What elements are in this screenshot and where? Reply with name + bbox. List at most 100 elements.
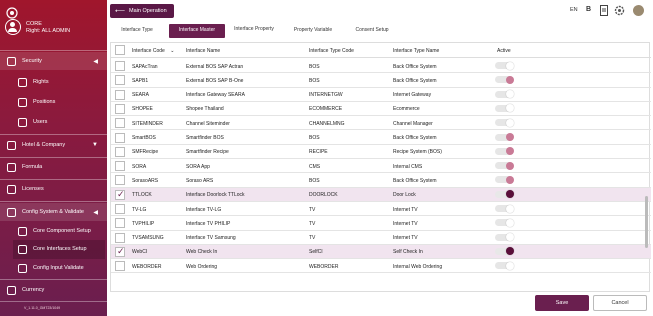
table-row[interactable]: SITEMINDER Channel Siteminder CHANNELMNG… [111, 116, 651, 131]
cell-name: External BOS SAP Actran [186, 63, 244, 70]
row-checkbox[interactable] [115, 232, 125, 243]
sidebar-item-core-component[interactable]: Core Component Setup [0, 222, 107, 240]
active-toggle[interactable] [495, 133, 514, 141]
cell-type-code: RECIPE [309, 149, 328, 156]
gear-icon[interactable] [614, 5, 625, 18]
cell-type-code: SelfCI [309, 249, 323, 256]
cell-code: SAPAcTran [132, 63, 158, 70]
table-row[interactable]: WEBORDER Web Ordering WEBORDER Internal … [111, 259, 651, 274]
cell-type-name: Internet TV [393, 235, 418, 242]
avatar[interactable] [633, 5, 644, 16]
save-button[interactable]: Save [535, 295, 589, 311]
row-checkbox[interactable] [115, 146, 125, 157]
active-toggle[interactable] [495, 118, 514, 127]
menu-logo-icon[interactable] [6, 6, 18, 19]
row-checkbox[interactable] [115, 89, 125, 100]
sidebar-item-positions[interactable]: Positions [0, 93, 107, 111]
table-row[interactable]: SEARA Interface Gateway SEARA INTERNETGW… [111, 88, 651, 102]
cancel-button[interactable]: Cancel [593, 295, 647, 311]
active-toggle[interactable] [495, 175, 514, 184]
interface-table: Interface Code ⌄ Interface Name Interfac… [110, 42, 651, 292]
active-toggle[interactable] [495, 161, 514, 170]
table-row[interactable]: SorasoARS Soraso ARS BOS Back Office Sys… [111, 173, 651, 188]
table-row[interactable]: SAPB1 External BOS SAP B-One BOS Back Of… [111, 73, 651, 88]
cell-type-code: INTERNETGW [309, 92, 343, 99]
formula-icon [7, 162, 16, 172]
tab-interface-type[interactable]: Interface Type [113, 24, 161, 38]
sidebar-item-formula[interactable]: Formula [0, 158, 107, 176]
cell-type-code: DOORLOCK [309, 192, 338, 199]
row-checkbox[interactable] [115, 103, 125, 114]
cell-name: Interface TV PHILIP [186, 220, 231, 227]
sidebar-item-licenses[interactable]: Licenses [0, 180, 107, 198]
row-checkbox[interactable] [115, 75, 125, 86]
row-checkbox[interactable] [115, 61, 125, 71]
sidebar-item-rights[interactable]: Rights [0, 73, 107, 91]
active-toggle[interactable] [495, 75, 514, 84]
hotel-icon [7, 140, 16, 150]
sidebar-item-security[interactable]: Security ◀ [0, 52, 107, 70]
row-checkbox[interactable] [115, 161, 125, 172]
cell-code: TVSAMSUNG [132, 235, 164, 242]
main-operation-button[interactable]: ⟵ Main Operation [110, 4, 174, 18]
table-row[interactable]: TVPHILIP Interface TV PHILIP TV Internet… [111, 216, 651, 231]
table-row[interactable]: TV-LG Interface TV-LG TV Internet TV [111, 202, 651, 217]
tab-consent-setup[interactable]: Consent Setup [347, 24, 397, 38]
sidebar-item-label: Licenses [22, 186, 44, 192]
user-icon [5, 19, 21, 35]
interfaces-icon [18, 244, 27, 254]
table-scrollbar[interactable] [645, 196, 648, 248]
active-toggle[interactable] [495, 104, 514, 113]
company-name: CORE [26, 21, 42, 27]
cell-code: TV-LG [132, 206, 147, 213]
row-checkbox[interactable] [115, 218, 125, 229]
row-checkbox[interactable] [115, 132, 125, 143]
cell-code: TVPHILIP [132, 220, 155, 227]
tab-interface-master[interactable]: Interface Master [169, 24, 225, 38]
header-code[interactable]: Interface Code ⌄ [132, 48, 174, 54]
active-toggle[interactable] [495, 247, 514, 256]
table-row-selected[interactable]: WebCI Web Check In SelfCI Self Check In [111, 244, 651, 260]
select-all-checkbox[interactable] [115, 45, 125, 55]
sidebar-item-users[interactable]: Users [0, 113, 107, 131]
row-checkbox[interactable] [115, 175, 125, 186]
row-checkbox[interactable] [115, 261, 125, 272]
document-icon[interactable] [600, 5, 608, 18]
active-toggle[interactable] [495, 190, 514, 199]
sidebar-item-config[interactable]: Config System & Validate ◀ [0, 203, 107, 221]
sidebar-item-label: Hotel & Company [22, 142, 66, 148]
active-toggle[interactable] [495, 147, 514, 156]
tab-property-variable[interactable]: Property Variable [284, 24, 342, 38]
row-checkbox[interactable] [115, 189, 125, 200]
sidebar-item-core-interfaces[interactable]: Core Interfaces Setup [0, 240, 107, 258]
table-row[interactable]: SmartBOS Smartfinder BOS BOS Back Office… [111, 131, 651, 145]
row-checkbox[interactable] [115, 246, 125, 257]
cell-name: Interface TV Samsung [186, 235, 236, 242]
arrow-left-icon: ⟵ [115, 8, 126, 15]
cell-type-name: Internal Web Ordering [393, 263, 443, 270]
table-row[interactable]: SORA SORA App CMS Internal CMS [111, 159, 651, 174]
cell-type-code: TV [309, 220, 316, 227]
chevron-left-icon: ◀ [93, 209, 98, 216]
active-toggle[interactable] [495, 90, 514, 99]
active-toggle[interactable] [495, 233, 514, 242]
row-checkbox[interactable] [115, 118, 125, 129]
active-toggle[interactable] [495, 261, 514, 270]
table-row[interactable]: SMFRecipe Smartfinder Recipe RECIPE Reci… [111, 145, 651, 160]
tab-interface-property[interactable]: Interface Property [232, 23, 276, 37]
brand-b-icon[interactable]: B [586, 6, 591, 13]
table-row[interactable]: TVSAMSUNG Interface TV Samsung TV Intern… [111, 231, 651, 245]
chevron-left-icon: ◀ [93, 58, 98, 65]
language-selector[interactable]: EN [570, 7, 578, 13]
table-row-selected[interactable]: TTLOCK Interface Doorlock TTLock DOORLOC… [111, 187, 651, 202]
sidebar-item-currency[interactable]: Currency [0, 281, 107, 299]
divider [0, 50, 107, 51]
table-row[interactable]: SHOPEE Shopee Thailand ECOMMERCE Ecommer… [111, 102, 651, 117]
active-toggle[interactable] [495, 218, 514, 227]
active-toggle[interactable] [495, 204, 514, 213]
sidebar-item-hotel[interactable]: Hotel & Company ▼ [0, 136, 107, 154]
sidebar-item-config-input[interactable]: Config Input Validate [0, 259, 107, 277]
row-checkbox[interactable] [115, 204, 125, 214]
active-toggle[interactable] [495, 61, 514, 70]
table-row[interactable]: SAPAcTran External BOS SAP Actran BOS Ba… [111, 59, 651, 74]
